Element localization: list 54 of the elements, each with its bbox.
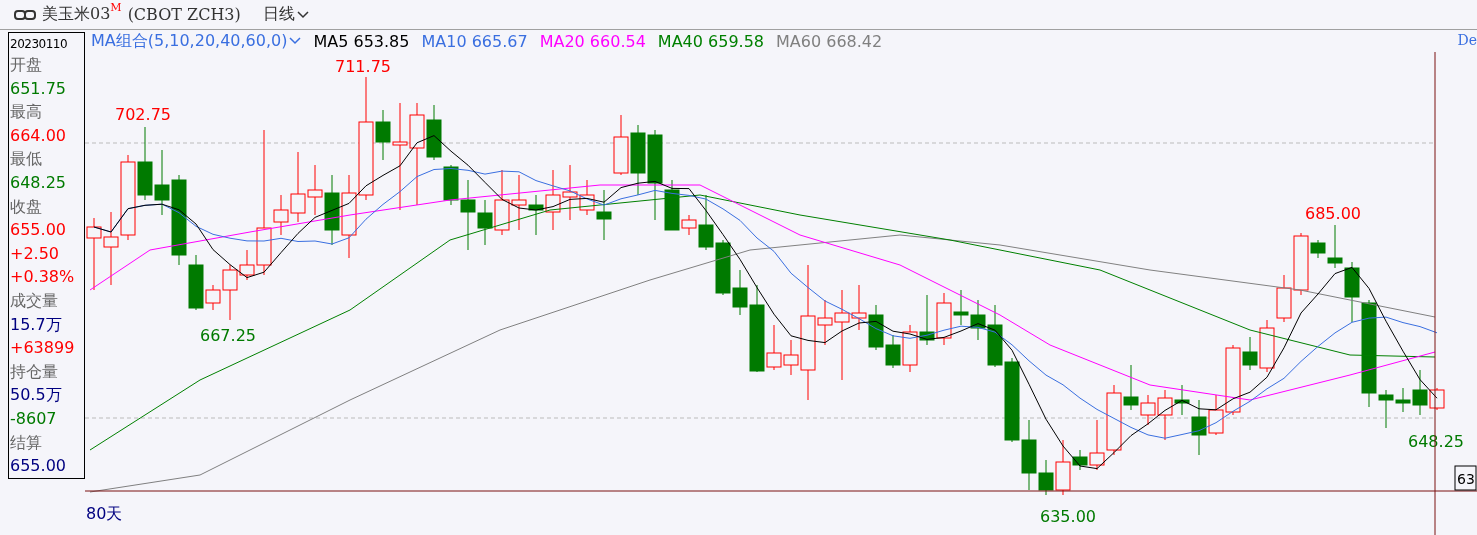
chevron-down-icon [289, 37, 302, 45]
candlestick [307, 164, 323, 216]
field-label: 收盘 [10, 195, 43, 218]
field-value: 50.5万 [10, 384, 63, 407]
period-dropdown[interactable]: 日线 [262, 4, 309, 25]
instrument-code: (CBOT ZCH3) [127, 5, 241, 24]
field-label: 结算 [10, 431, 43, 454]
candlestick [494, 169, 510, 236]
candlestick [715, 239, 731, 296]
price-tag: 63 [1454, 465, 1477, 491]
candlestick [902, 324, 918, 373]
axis-label: De [1457, 32, 1477, 48]
candlestick [868, 304, 884, 351]
field-value: +63899 [10, 337, 76, 360]
field-label: 最高 [10, 101, 43, 124]
period-count-label: 80天 [86, 504, 123, 523]
candlestick [613, 114, 629, 176]
candlestick [596, 189, 612, 241]
candlestick [324, 174, 340, 246]
price-annotation: 711.75 [335, 57, 391, 76]
price-annotation: 685.00 [1305, 204, 1361, 223]
price-annotation: 635.00 [1040, 507, 1096, 526]
date-text: 20230110 [10, 36, 69, 53]
link-icon [14, 9, 36, 20]
price-annotation: 702.75 [115, 105, 171, 124]
field-value: -8607 [10, 407, 58, 430]
field-value: 15.7万 [10, 313, 63, 336]
candlestick [885, 334, 901, 369]
price-annotation: 667.25 [200, 326, 256, 345]
field-value: 651.75 [10, 77, 67, 100]
ma-legend-item: MA40 659.58 [657, 31, 765, 51]
field-label: 成交量 [10, 289, 59, 312]
ma-legend-item: MA60 668.42 [776, 31, 883, 51]
field-value: +2.50 [10, 242, 61, 265]
candlestick [154, 149, 170, 216]
instrument-title: 美玉米03$^{M}$ [42, 4, 122, 25]
field-label: 开盘 [10, 54, 43, 76]
candlestick [630, 124, 646, 196]
field-value: 655.00 [10, 219, 67, 242]
field-value: 664.00 [10, 124, 67, 147]
field-label: 最低 [10, 148, 43, 171]
price-annotation: 648.25 [1408, 432, 1464, 451]
candlestick [511, 174, 527, 231]
field-value: 655.00 [10, 455, 67, 478]
field-value: 648.25 [10, 171, 67, 194]
field-value: +0.38% [10, 266, 76, 289]
candlestick [919, 294, 935, 346]
ma-legend-item: MA20 660.54 [539, 31, 646, 51]
ma-group-dropdown[interactable]: MA组合(5,10,20,40,60,0) [91, 30, 302, 52]
field-label: 持仓量 [10, 360, 59, 383]
ma-legend-item: MA5 653.85 [313, 31, 410, 51]
ma-legend-item: MA10 665.67 [421, 31, 528, 51]
chevron-down-icon [296, 10, 309, 19]
candlestick [1276, 274, 1292, 323]
